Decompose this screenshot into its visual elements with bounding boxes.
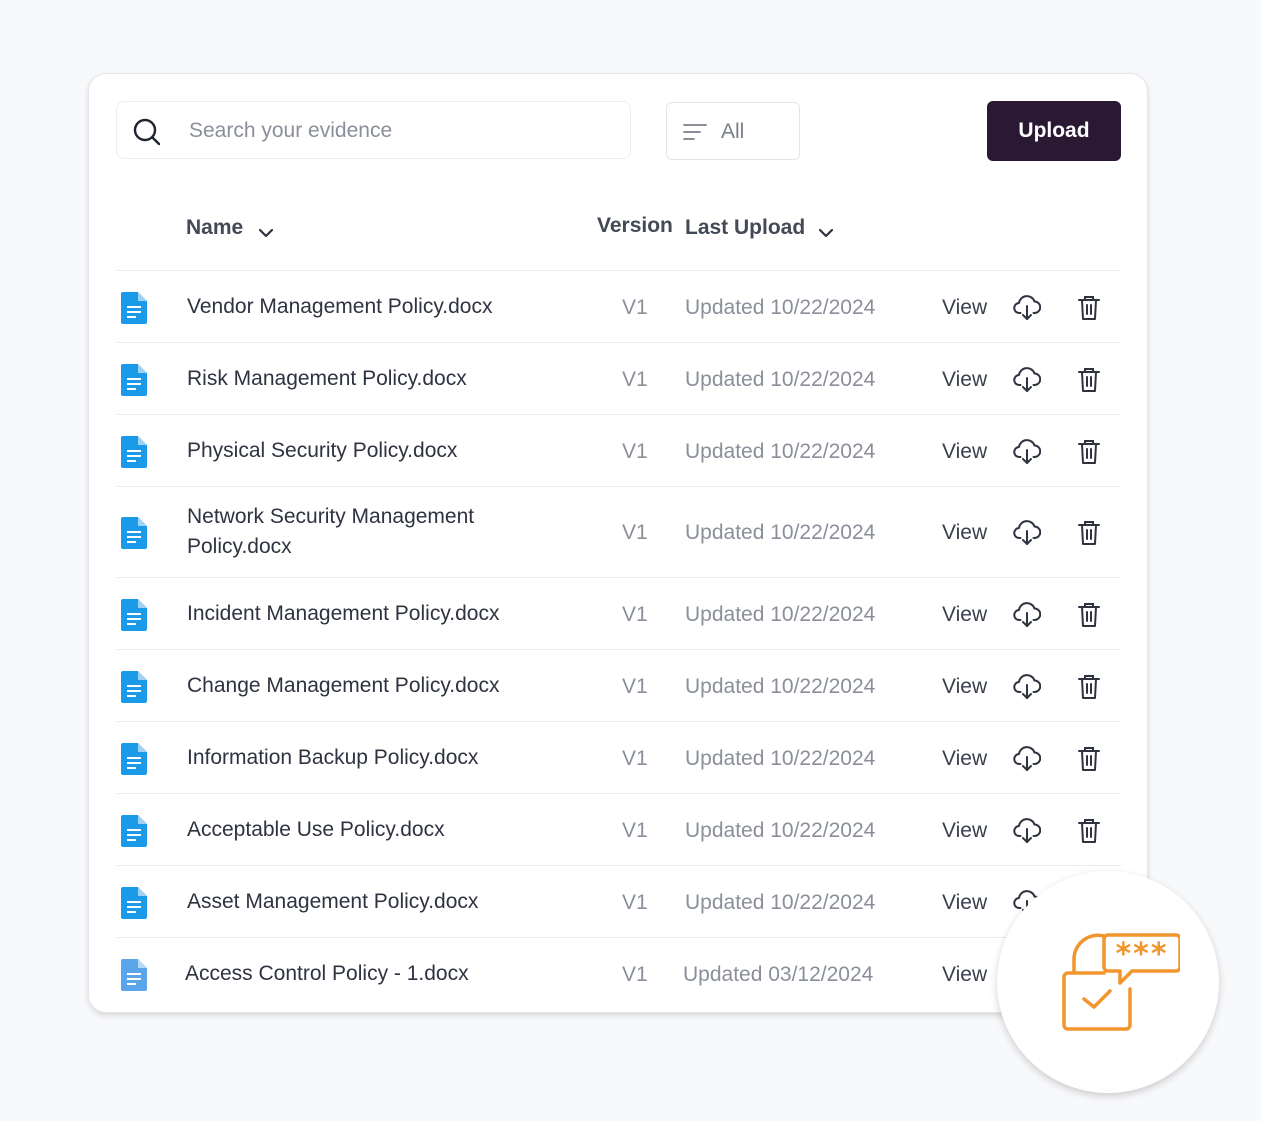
chevron-down-icon: [258, 220, 274, 244]
trash-icon[interactable]: [1078, 439, 1100, 470]
file-version: V1: [622, 603, 648, 626]
security-badge: ***: [997, 871, 1219, 1093]
cloud-download-icon[interactable]: [1013, 520, 1042, 551]
view-link[interactable]: View: [942, 891, 987, 915]
cloud-download-icon[interactable]: [1013, 367, 1042, 398]
cloud-download-icon[interactable]: [1013, 818, 1042, 849]
table-row: Change Management Policy.docx V1 Updated…: [116, 649, 1121, 722]
file-name[interactable]: Access Control Policy - 1.docx: [185, 959, 469, 989]
filter-lines-icon: [683, 122, 707, 147]
view-link[interactable]: View: [942, 603, 987, 627]
view-link[interactable]: View: [942, 521, 987, 545]
file-updated: Updated 03/12/2024: [683, 963, 874, 986]
file-updated: Updated 10/22/2024: [685, 891, 876, 914]
document-icon: [121, 671, 147, 708]
file-updated: Updated 10/22/2024: [685, 603, 876, 626]
file-name[interactable]: Change Management Policy.docx: [187, 671, 499, 701]
column-header-name[interactable]: Name: [186, 216, 274, 240]
table-row: Asset Management Policy.docx V1 Updated …: [116, 865, 1121, 938]
file-version: V1: [622, 819, 648, 842]
cloud-download-icon[interactable]: [1013, 295, 1042, 326]
column-header-last-upload[interactable]: Last Upload: [685, 216, 834, 240]
file-updated: Updated 10/22/2024: [685, 368, 876, 391]
document-icon: [121, 292, 147, 329]
table-row: Information Backup Policy.docx V1 Update…: [116, 721, 1121, 794]
table-row: Physical Security Policy.docx V1 Updated…: [116, 414, 1121, 487]
file-name[interactable]: Physical Security Policy.docx: [187, 436, 457, 466]
table-row: Access Control Policy - 1.docx V1 Update…: [116, 937, 1121, 1010]
view-link[interactable]: View: [942, 368, 987, 392]
file-name[interactable]: Acceptable Use Policy.docx: [187, 815, 445, 845]
document-icon: [121, 959, 147, 996]
trash-icon[interactable]: [1078, 818, 1100, 849]
document-icon: [121, 887, 147, 924]
view-link[interactable]: View: [942, 440, 987, 464]
file-version: V1: [622, 521, 648, 544]
file-updated: Updated 10/22/2024: [685, 521, 876, 544]
trash-icon[interactable]: [1078, 367, 1100, 398]
evidence-panel: All Upload Name Version Last Upload Vend…: [88, 73, 1148, 1013]
file-name[interactable]: Risk Management Policy.docx: [187, 364, 467, 394]
table-row: Acceptable Use Policy.docx V1 Updated 10…: [116, 793, 1121, 866]
file-name[interactable]: Vendor Management Policy.docx: [187, 292, 492, 322]
file-updated: Updated 10/22/2024: [685, 675, 876, 698]
file-updated: Updated 10/22/2024: [685, 440, 876, 463]
chevron-down-icon: [818, 220, 834, 244]
column-header-name-label: Name: [186, 216, 244, 239]
document-icon: [121, 599, 147, 636]
file-version: V1: [622, 368, 648, 391]
document-icon: [121, 517, 147, 554]
svg-text:***: ***: [1115, 937, 1168, 972]
trash-icon[interactable]: [1078, 674, 1100, 705]
column-header-version: Version: [597, 214, 673, 237]
file-updated: Updated 10/22/2024: [685, 747, 876, 770]
trash-icon[interactable]: [1078, 295, 1100, 326]
search-box[interactable]: [116, 101, 631, 159]
cloud-download-icon[interactable]: [1013, 602, 1042, 633]
file-name[interactable]: Incident Management Policy.docx: [187, 599, 499, 629]
file-name[interactable]: Information Backup Policy.docx: [187, 743, 478, 773]
cloud-download-icon[interactable]: [1013, 746, 1042, 777]
filter-dropdown[interactable]: All: [666, 102, 800, 160]
view-link[interactable]: View: [942, 819, 987, 843]
file-version: V1: [622, 440, 648, 463]
file-name[interactable]: Asset Management Policy.docx: [187, 887, 478, 917]
file-name[interactable]: Network Security Management Policy.docx: [187, 502, 517, 562]
trash-icon[interactable]: [1078, 520, 1100, 551]
document-icon: [121, 743, 147, 780]
table-row: Network Security Management Policy.docx …: [116, 486, 1121, 577]
document-icon: [121, 436, 147, 473]
cloud-download-icon[interactable]: [1013, 674, 1042, 705]
cloud-download-icon[interactable]: [1013, 439, 1042, 470]
file-version: V1: [622, 296, 648, 319]
view-link[interactable]: View: [942, 296, 987, 320]
file-version: V1: [622, 891, 648, 914]
file-updated: Updated 10/22/2024: [685, 296, 876, 319]
search-input[interactable]: [187, 112, 611, 150]
table-row: Incident Management Policy.docx V1 Updat…: [116, 577, 1121, 650]
file-version: V1: [622, 675, 648, 698]
trash-icon[interactable]: [1078, 746, 1100, 777]
file-version: V1: [622, 747, 648, 770]
search-icon: [133, 118, 161, 151]
view-link[interactable]: View: [942, 963, 987, 987]
upload-button[interactable]: Upload: [987, 101, 1121, 161]
file-updated: Updated 10/22/2024: [685, 819, 876, 842]
document-icon: [121, 815, 147, 852]
file-version: V1: [622, 963, 648, 986]
table-row: Risk Management Policy.docx V1 Updated 1…: [116, 342, 1121, 415]
column-header-last-upload-label: Last Upload: [685, 216, 806, 239]
view-link[interactable]: View: [942, 675, 987, 699]
document-icon: [121, 364, 147, 401]
table-row: Vendor Management Policy.docx V1 Updated…: [116, 270, 1121, 343]
lock-password-chat-icon: ***: [1062, 933, 1180, 1031]
trash-icon[interactable]: [1078, 602, 1100, 633]
view-link[interactable]: View: [942, 747, 987, 771]
filter-value: All: [721, 120, 745, 143]
